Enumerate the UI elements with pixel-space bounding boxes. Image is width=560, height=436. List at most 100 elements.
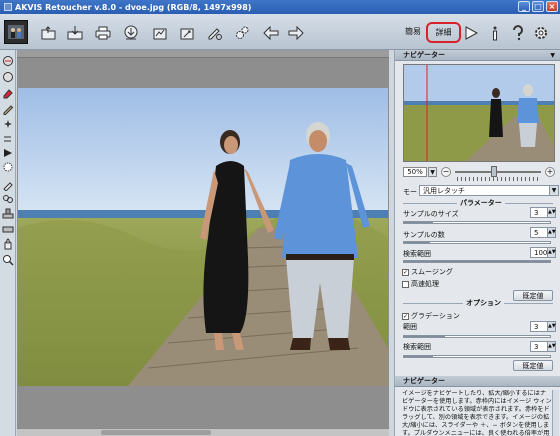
save-preset-icon[interactable] <box>178 24 196 41</box>
zoom-input[interactable]: 50% <box>403 167 427 177</box>
retouch-brush-icon[interactable] <box>1 54 15 68</box>
minimize-button[interactable]: _ <box>518 1 530 12</box>
chevron-down-icon[interactable]: ▼ <box>549 186 558 195</box>
clone-stamp-icon[interactable] <box>1 207 15 221</box>
info-icon[interactable] <box>486 24 504 41</box>
preferences-gear-icon[interactable] <box>233 24 251 41</box>
smoothing-checkbox[interactable]: ✓ スムージング <box>402 267 453 277</box>
fast-processing-box[interactable] <box>402 280 409 288</box>
eyedropper-icon[interactable] <box>1 178 15 192</box>
help-title: ナビゲーター <box>403 377 445 385</box>
hand-icon[interactable] <box>1 237 15 251</box>
zoom-slider-thumb[interactable] <box>491 166 497 177</box>
opt-search-range-value: 3 <box>534 343 539 351</box>
help-text: イメージをナビゲートしたり、拡大/縮小するにはナビゲーターを使用します。赤枠内に… <box>402 390 552 436</box>
zoom-out-button[interactable]: − <box>441 167 451 177</box>
search-range-value: 100 <box>534 249 548 257</box>
opt-search-range-spinbox[interactable]: 3 ▲▼ <box>530 341 556 352</box>
collapse-chevron-icon[interactable]: ▼ <box>550 50 555 61</box>
canvas-top-strip <box>17 50 389 58</box>
mode-detail-button[interactable]: 詳細 <box>426 22 461 43</box>
default-button-options[interactable]: 既定値 <box>513 360 553 371</box>
undo-arrow-icon[interactable] <box>262 24 280 41</box>
navigator-preview[interactable] <box>403 64 555 162</box>
fast-processing-checkbox[interactable]: 高速処理 <box>402 279 439 289</box>
help-header: ナビゲーター <box>395 376 560 387</box>
spin-arrow-icon[interactable]: ▲▼ <box>547 322 556 331</box>
mode-simple-label[interactable]: 簡易 <box>405 26 421 37</box>
spin-arrow-icon[interactable]: ▲▼ <box>547 248 556 257</box>
scrollbar-thumb[interactable] <box>101 430 211 435</box>
gradation-checkbox[interactable]: ✓ グラデーション <box>402 311 460 321</box>
range-slider-fill <box>404 336 445 337</box>
title-bar: AKVIS Retoucher v.8.0 - dvoe.jpg (RGB/8,… <box>0 0 560 14</box>
zoom-slider-ticks <box>457 177 539 181</box>
fast-processing-label: 高速処理 <box>411 280 439 288</box>
image-canvas[interactable] <box>17 50 389 436</box>
range-label: 範囲 <box>403 323 417 331</box>
load-preset-icon[interactable] <box>151 24 169 41</box>
selection-brush-icon[interactable] <box>1 70 15 84</box>
app-icon <box>4 3 12 11</box>
opt-search-range-slider-fill <box>404 356 434 357</box>
search-range-slider[interactable] <box>403 260 551 263</box>
zoom-in-button[interactable]: + <box>545 167 555 177</box>
smoothing-checkmark-icon[interactable]: ✓ <box>402 268 409 276</box>
open-file-icon[interactable] <box>40 24 58 41</box>
params-group-title: パラメーター <box>457 198 505 208</box>
sample-count-label: サンプルの数 <box>403 231 445 239</box>
gradation-checkmark-icon[interactable]: ✓ <box>402 312 409 320</box>
akvis-logo <box>4 20 28 44</box>
eraser-icon[interactable] <box>1 86 15 100</box>
sample-count-slider[interactable] <box>403 241 551 244</box>
magic-wand-icon[interactable] <box>1 118 15 132</box>
range-value: 3 <box>534 323 539 331</box>
spin-arrow-icon[interactable]: ▲▼ <box>547 228 556 237</box>
brush-settings-icon[interactable] <box>206 24 224 41</box>
spin-arrow-icon[interactable]: ▲▼ <box>547 342 556 351</box>
mode-select-value: 汎用レタッチ <box>423 187 465 195</box>
patch-icon[interactable] <box>1 192 15 206</box>
sample-size-spinbox[interactable]: 3 ▲▼ <box>530 207 556 218</box>
search-range-label: 検索範囲 <box>403 250 431 258</box>
zoom-dropdown-arrow-icon[interactable]: ▼ <box>428 167 437 177</box>
save-icon[interactable] <box>66 24 84 41</box>
maximize-button[interactable]: □ <box>532 1 544 12</box>
default-button[interactable]: 既定値 <box>513 290 553 301</box>
mode-select[interactable]: 汎用レタッチ ▼ <box>419 185 559 196</box>
opt-search-range-label: 検索範囲 <box>403 343 431 351</box>
zoom-slider-track[interactable] <box>455 171 541 173</box>
opt-search-range-slider[interactable] <box>403 355 551 358</box>
range-slider[interactable] <box>403 335 551 338</box>
sample-count-spinbox[interactable]: 5 ▲▼ <box>530 227 556 238</box>
help-question-icon[interactable] <box>509 24 527 41</box>
print-icon[interactable] <box>94 24 112 41</box>
chameleon-icon[interactable] <box>1 222 15 236</box>
stamp-icon[interactable] <box>1 160 15 174</box>
window-title: AKVIS Retoucher v.8.0 - dvoe.jpg (RGB/8,… <box>15 2 252 12</box>
redo-arrow-icon[interactable] <box>287 24 305 41</box>
sample-size-slider[interactable] <box>403 221 551 224</box>
sample-count-slider-fill <box>404 242 431 243</box>
zoom-magnifier-icon[interactable] <box>1 253 15 267</box>
sample-size-label: サンプルのサイズ <box>403 210 459 218</box>
search-range-slider-fill <box>404 261 550 262</box>
close-button[interactable]: × <box>546 1 558 12</box>
navigator-header[interactable]: ナビゲーター ▼ <box>395 50 560 61</box>
horizontal-scrollbar[interactable] <box>17 428 389 436</box>
lasso-icon[interactable] <box>1 132 15 146</box>
range-spinbox[interactable]: 3 ▲▼ <box>530 321 556 332</box>
sample-count-value: 5 <box>534 229 539 237</box>
spin-arrow-icon[interactable]: ▲▼ <box>547 208 556 217</box>
smoothing-label: スムージング <box>411 268 453 276</box>
select-arrow-icon[interactable] <box>1 146 15 160</box>
download-icon[interactable] <box>122 24 140 41</box>
settings-gear-icon[interactable] <box>532 24 550 41</box>
pencil-icon[interactable] <box>1 102 15 116</box>
help-vertical-scrollbar[interactable] <box>552 390 559 436</box>
search-range-spinbox[interactable]: 100 ▲▼ <box>530 247 556 258</box>
options-group-title: オプション <box>463 298 504 308</box>
sample-size-slider-fill <box>404 222 434 223</box>
run-play-icon[interactable] <box>462 24 480 41</box>
photo-couple-boardwalk <box>18 88 388 386</box>
